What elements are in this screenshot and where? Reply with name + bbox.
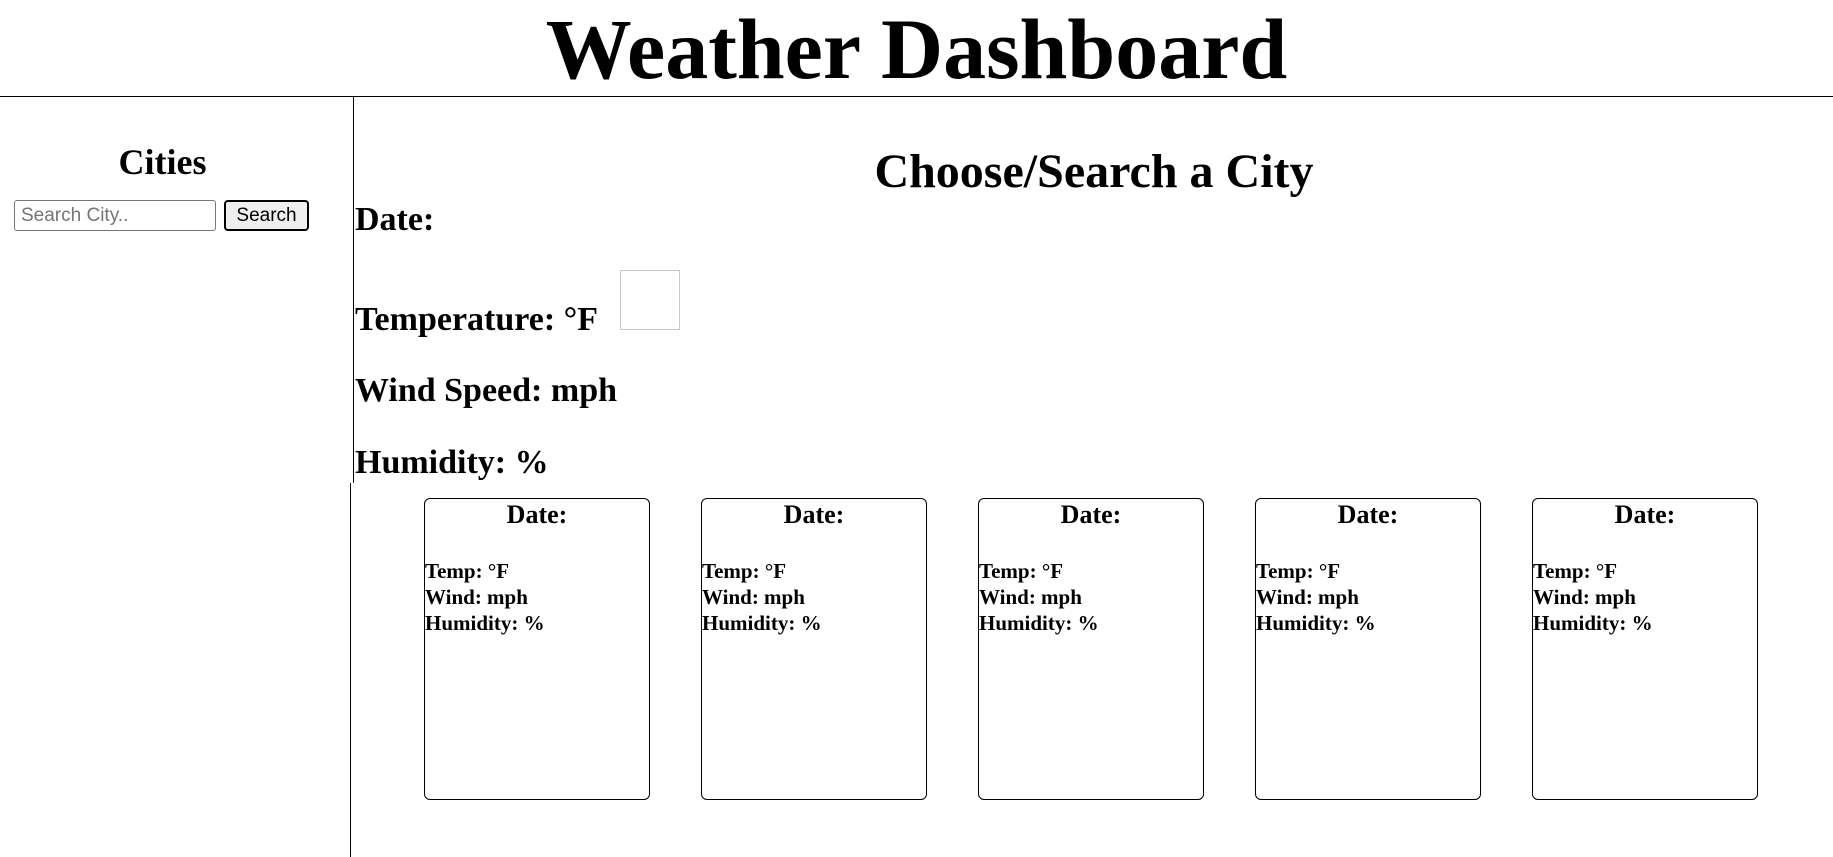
forecast-date: Date: (506, 500, 568, 529)
current-wind-speed: Wind Speed: mph (355, 372, 618, 409)
forecast-card: Date: Temp: °F Wind: mph Humidity: % (1532, 498, 1758, 800)
forecast-card: Date: Temp: °F Wind: mph Humidity: % (424, 498, 650, 800)
forecast-wind: Wind: mph (979, 585, 1082, 609)
forecast-wind: Wind: mph (702, 585, 805, 609)
forecast-humidity: Humidity: % (1256, 611, 1376, 635)
forecast-temp: Temp: °F (1533, 559, 1618, 583)
forecast-humidity: Humidity: % (979, 611, 1099, 635)
current-date: Date: (355, 201, 435, 238)
current-humidity: Humidity: % (355, 444, 549, 481)
sidebar-divider-lower (350, 483, 351, 857)
forecast-card: Date: Temp: °F Wind: mph Humidity: % (978, 498, 1204, 800)
forecast-card: Date: Temp: °F Wind: mph Humidity: % (1255, 498, 1481, 800)
main-title: Choose/Search a City (874, 145, 1314, 198)
forecast-temp: Temp: °F (1256, 559, 1341, 583)
forecast-date: Date: (1060, 500, 1122, 529)
forecast-temp: Temp: °F (979, 559, 1064, 583)
forecast-wind: Wind: mph (1256, 585, 1359, 609)
sidebar-divider (353, 97, 354, 483)
forecast-card: Date: Temp: °F Wind: mph Humidity: % (701, 498, 927, 800)
sidebar-title: Cities (118, 142, 207, 182)
search-city-input[interactable] (14, 200, 216, 231)
weather-icon (620, 270, 680, 330)
forecast-humidity: Humidity: % (425, 611, 545, 635)
forecast-date: Date: (1614, 500, 1676, 529)
forecast-date: Date: (1337, 500, 1399, 529)
forecast-humidity: Humidity: % (1533, 611, 1653, 635)
search-button[interactable]: Search (224, 200, 309, 231)
forecast-temp: Temp: °F (702, 559, 787, 583)
forecast-date: Date: (783, 500, 845, 529)
app-title: Weather Dashboard (545, 1, 1288, 97)
forecast-temp: Temp: °F (425, 559, 510, 583)
current-temperature: Temperature: °F (355, 301, 599, 338)
weather-dashboard-page: Weather Dashboard Cities Search Choose/S… (0, 0, 1833, 857)
forecast-humidity: Humidity: % (702, 611, 822, 635)
forecast-wind: Wind: mph (425, 585, 528, 609)
app-header: Weather Dashboard (0, 0, 1833, 97)
forecast-wind: Wind: mph (1533, 585, 1636, 609)
